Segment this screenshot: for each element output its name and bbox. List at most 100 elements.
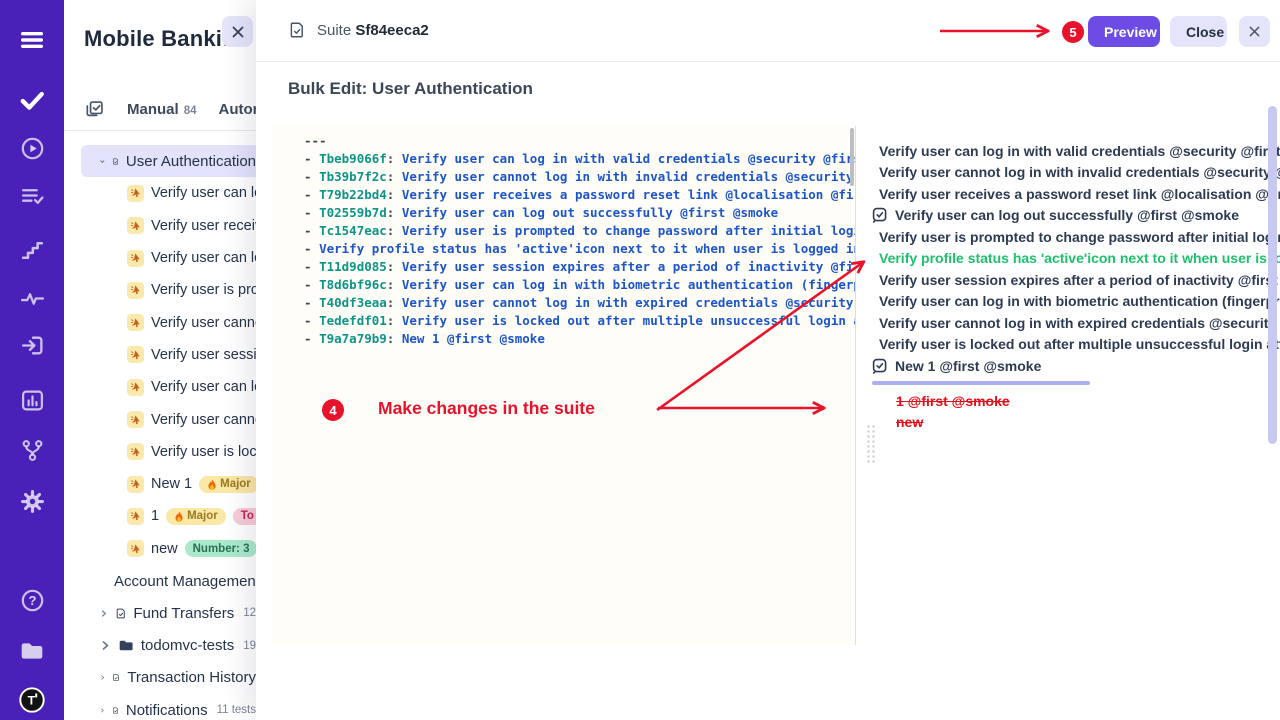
tree-test-label: Verify user cannot log in with expired c… — [151, 412, 256, 428]
preview-button[interactable]: Preview — [1088, 16, 1160, 47]
test-checkbox-icon — [872, 207, 888, 223]
tree-test-label: Verify user cannot log in with invalid c… — [151, 315, 256, 331]
tree-test-row[interactable]: Verify user is prompted to change passwo… — [81, 274, 256, 306]
preview-scrollbar[interactable] — [1268, 106, 1277, 444]
analytics-chart-icon[interactable] — [19, 387, 45, 413]
close-button[interactable]: Close — [1170, 16, 1227, 47]
chevron-right-icon — [100, 705, 105, 716]
preview-item: Verify user is prompted to change passwo… — [872, 226, 1280, 248]
steps-icon[interactable] — [19, 237, 45, 263]
code-line: - Tb39b7f2c: Verify user cannot log in w… — [304, 168, 856, 186]
suite-test-count: 12 — [243, 607, 256, 619]
tree-test-label: Verify user is locked out after multiple… — [151, 444, 256, 460]
test-badge: Number: 3 — [185, 540, 256, 557]
preview-item-text: Verify user receives a password reset li… — [879, 186, 1280, 202]
preview-item-text: Verify user can log in with valid creden… — [879, 143, 1280, 159]
settings-gear-icon[interactable] — [19, 488, 45, 514]
tree-test-row[interactable]: Verify user session expires after a peri… — [81, 339, 256, 371]
tree-test-label: Verify user can log out successfully — [151, 250, 256, 266]
preview-divider — [872, 381, 1090, 385]
tree-test-row[interactable]: Verify user cannot log in with invalid c… — [81, 306, 256, 338]
editor-scrollbar-thumb[interactable] — [850, 128, 854, 186]
chevron-right-icon — [100, 608, 108, 619]
automated-test-icon — [127, 217, 144, 234]
preview-item: Verify user can log in with biometric au… — [872, 291, 1280, 313]
suite-doc-icon — [112, 669, 120, 686]
suite-tree: User AuthenticationVerify user can log i… — [64, 145, 256, 720]
tree-test-row[interactable]: Verify user can log in with biometric au… — [81, 371, 256, 403]
bulk-select-icon[interactable] — [84, 99, 105, 120]
preview-item: New 1 @first @smoke — [872, 355, 1280, 377]
view-tabs: Manual84 Automated — [64, 88, 256, 131]
tree-suite-label: todomvc-tests — [141, 637, 234, 654]
tree-test-row[interactable]: Verify user receives a password reset li… — [81, 210, 256, 242]
preview-item-text: Verify user is prompted to change passwo… — [879, 229, 1280, 245]
tree-test-row[interactable]: 1MajorTo — [81, 500, 256, 532]
app-logo[interactable]: T — [19, 687, 45, 713]
tree-suite-row[interactable]: Account Management — [81, 565, 256, 597]
tree-test-label: 1 — [151, 508, 159, 524]
pulse-icon[interactable] — [19, 285, 45, 311]
tree-test-row[interactable]: Verify user can log in with valid creden… — [81, 177, 256, 209]
tree-test-label: New 1 — [151, 476, 192, 492]
suite-test-count: 19 — [243, 640, 256, 652]
test-badge: To — [233, 508, 256, 525]
tree-suite-row[interactable]: Fund Transfers 12 — [81, 597, 256, 629]
tab-manual[interactable]: Manual84 — [127, 101, 196, 118]
preview-item-text: New 1 @first @smoke — [895, 358, 1041, 374]
tree-test-row[interactable]: Verify user cannot log in with expired c… — [81, 403, 256, 435]
branches-icon[interactable] — [19, 437, 45, 463]
chevron-down-icon — [100, 156, 105, 167]
tree-suite-label: Account Management — [114, 573, 256, 590]
tab-automated[interactable]: Automated — [218, 101, 256, 118]
tree-suite-label: Transaction History — [127, 669, 256, 686]
bulk-edit-code-editor[interactable]: ---- Tbeb9066f: Verify user can log in w… — [272, 126, 856, 645]
tree-test-row[interactable]: New 1Major — [81, 468, 256, 500]
code-line: - Tc1547eac: Verify user is prompted to … — [304, 222, 856, 240]
chevron-right-icon — [100, 672, 105, 683]
preview-item: Verify user session expires after a peri… — [872, 269, 1280, 291]
preview-item-added: Verify profile status has 'active'icon n… — [872, 248, 1280, 270]
automated-test-icon — [127, 314, 144, 331]
tree-suite-row[interactable]: Transaction History — [81, 662, 256, 694]
preview-item-removed: 1 @first @smoke — [872, 391, 1280, 412]
panel-close-button[interactable] — [222, 16, 253, 47]
bulk-edit-title: Bulk Edit: User Authentication — [288, 79, 533, 99]
tree-suite-row[interactable]: todomvc-tests 19 — [81, 629, 256, 661]
automated-test-icon — [127, 282, 144, 299]
code-line: - T11d9d085: Verify user session expires… — [304, 258, 856, 276]
preview-pane: Verify user can log in with valid creden… — [872, 140, 1280, 720]
annotation-step-5: 5 — [1062, 21, 1084, 43]
preview-item-text: Verify profile status has 'active'icon n… — [879, 250, 1280, 266]
import-login-icon[interactable] — [19, 332, 45, 358]
code-line: - Verify profile status has 'active'icon… — [304, 240, 856, 258]
suite-id: Sf84eeca2 — [355, 22, 428, 39]
preview-item-text: Verify user can log in with biometric au… — [879, 293, 1280, 309]
tests-check-icon[interactable] — [19, 87, 45, 113]
annotation-step-4: 4 — [322, 399, 344, 421]
tree-suite-row[interactable]: User Authentication — [81, 145, 256, 177]
app-sidebar: ? T — [0, 0, 64, 720]
code-line: - Tedefdf01: Verify user is locked out a… — [304, 312, 856, 330]
tree-test-row[interactable]: newNumber: 3 — [81, 533, 256, 565]
projects-folder-icon[interactable] — [19, 638, 45, 664]
tree-test-row[interactable]: Verify user is locked out after multiple… — [81, 436, 256, 468]
tree-test-label: Verify user session expires after a peri… — [151, 347, 256, 363]
preview-item: Verify user can log in with valid creden… — [872, 140, 1280, 162]
automated-test-icon — [127, 346, 144, 363]
preview-item: Verify user cannot log in with invalid c… — [872, 162, 1280, 184]
plans-list-check-icon[interactable] — [19, 183, 45, 209]
tree-suite-label: Fund Transfers — [133, 605, 234, 622]
preview-item-removed: new — [872, 412, 1280, 433]
bulk-edit-modal: Suite Sf84eeca2 Preview Close Bulk Edit:… — [256, 0, 1280, 720]
modal-suite-breadcrumb: Suite Sf84eeca2 — [288, 21, 429, 39]
menu-icon[interactable] — [19, 27, 45, 53]
tree-suite-row[interactable]: Notifications11 tests — [81, 694, 256, 720]
tree-test-row[interactable]: Verify user can log out successfully — [81, 242, 256, 274]
help-icon[interactable]: ? — [19, 587, 45, 613]
preview-item-text: Verify user cannot log in with invalid c… — [879, 164, 1280, 180]
folder-icon — [118, 637, 134, 654]
preview-item: Verify user is locked out after multiple… — [872, 334, 1280, 356]
close-x-button[interactable] — [1239, 16, 1270, 47]
runs-play-icon[interactable] — [19, 135, 45, 161]
